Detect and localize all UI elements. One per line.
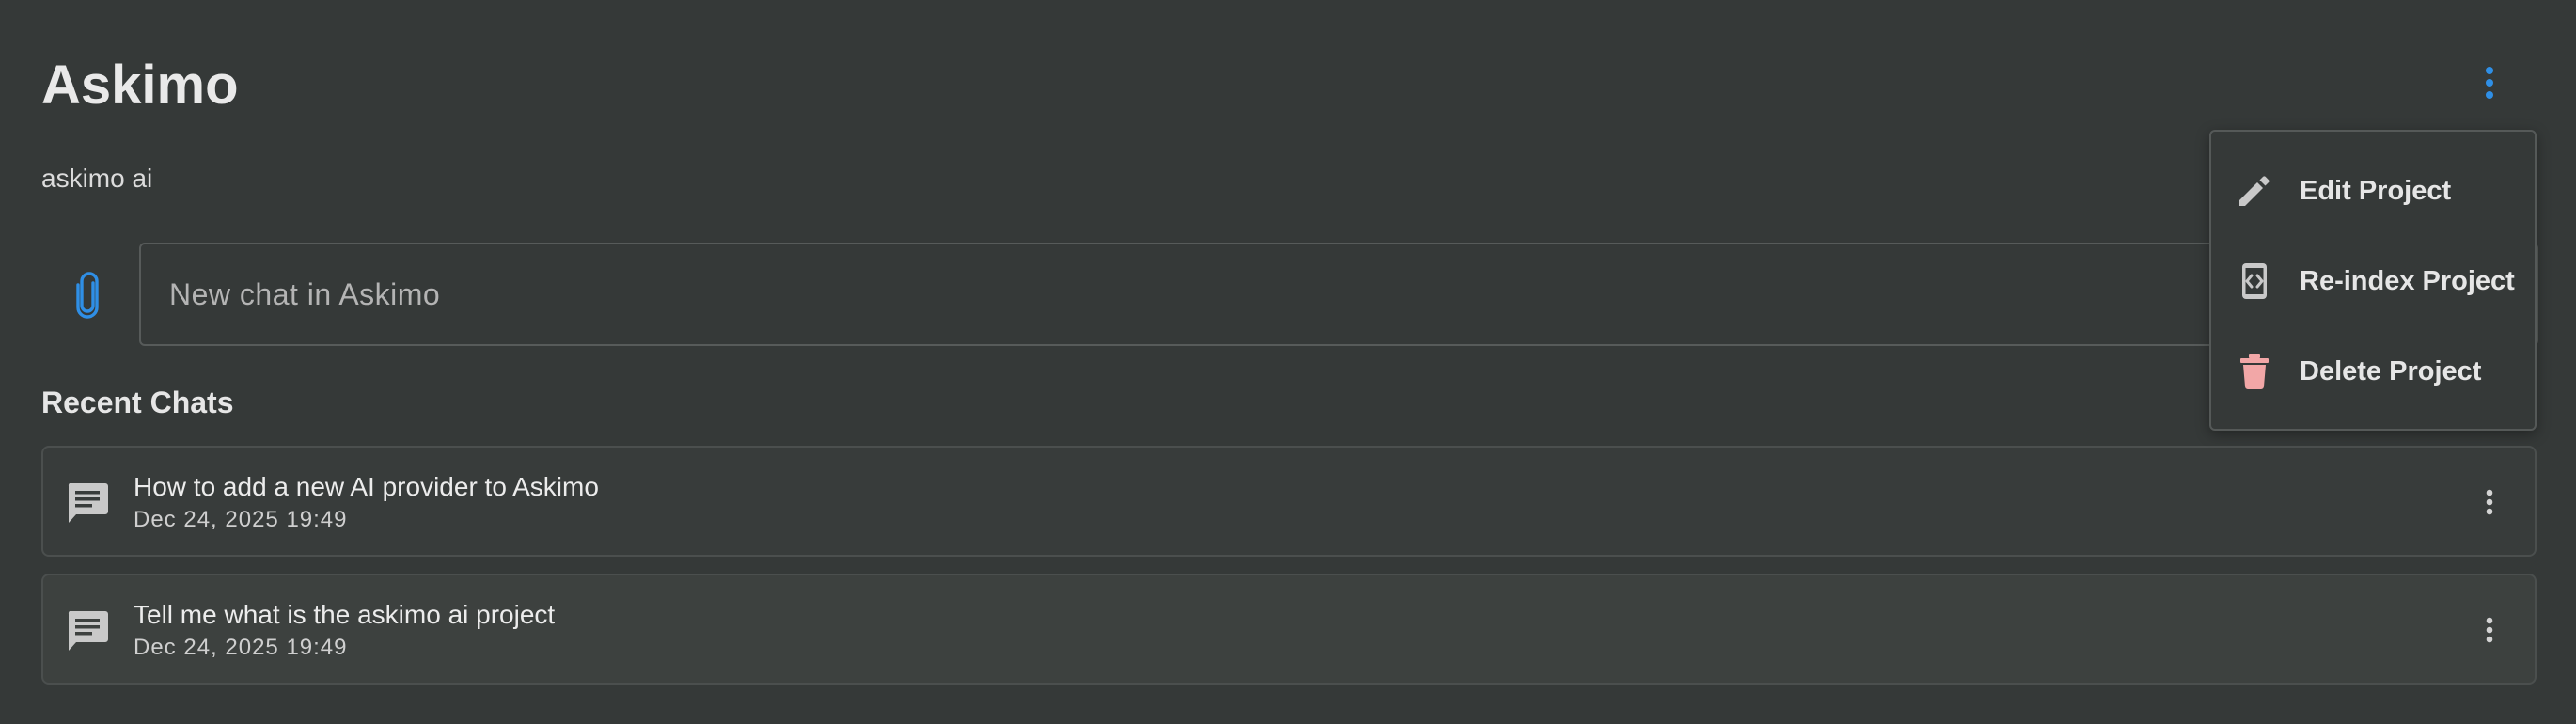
chat-timestamp: Dec 24, 2025 19:49	[134, 507, 348, 532]
more-vertical-icon	[2486, 617, 2493, 643]
page-title: Askimo	[41, 55, 239, 116]
project-description: askimo ai	[41, 164, 153, 193]
menu-item-label: Delete Project	[2300, 356, 2482, 386]
more-vertical-icon	[2486, 489, 2493, 515]
recent-chat-item[interactable]: Tell me what is the askimo ai project De…	[41, 574, 2537, 685]
edit-project-menu-item[interactable]: Edit Project	[2211, 149, 2535, 233]
project-options-button[interactable]	[2469, 62, 2510, 103]
chat-title: How to add a new AI provider to Askimo	[134, 472, 599, 501]
delete-project-menu-item[interactable]: Delete Project	[2211, 329, 2535, 414]
chat-timestamp: Dec 24, 2025 19:49	[134, 635, 348, 660]
menu-item-label: Edit Project	[2300, 176, 2452, 206]
trash-icon	[2240, 354, 2269, 389]
paperclip-icon	[76, 272, 99, 319]
chat-options-button[interactable]	[2469, 609, 2510, 651]
new-chat-field	[139, 243, 2538, 346]
recent-chats-heading: Recent Chats	[41, 386, 234, 419]
new-chat-input[interactable]	[141, 244, 2537, 344]
reindex-project-menu-item[interactable]: Re-index Project	[2211, 239, 2535, 323]
project-options-menu: Edit Project Re-index Project Delete Pro…	[2209, 130, 2537, 431]
chat-options-button[interactable]	[2469, 481, 2510, 523]
more-vertical-icon	[2486, 67, 2493, 99]
project-page: Askimo askimo ai Recent Chats How to add…	[0, 0, 2576, 724]
menu-item-label: Re-index Project	[2300, 266, 2515, 296]
recent-chat-item[interactable]: How to add a new AI provider to Askimo D…	[41, 446, 2537, 557]
chat-bubble-icon	[68, 483, 108, 523]
pencil-icon	[2239, 176, 2270, 206]
chat-bubble-icon	[68, 611, 108, 651]
attach-file-button[interactable]	[62, 267, 113, 323]
chat-title: Tell me what is the askimo ai project	[134, 600, 556, 629]
reindex-icon	[2242, 263, 2267, 299]
